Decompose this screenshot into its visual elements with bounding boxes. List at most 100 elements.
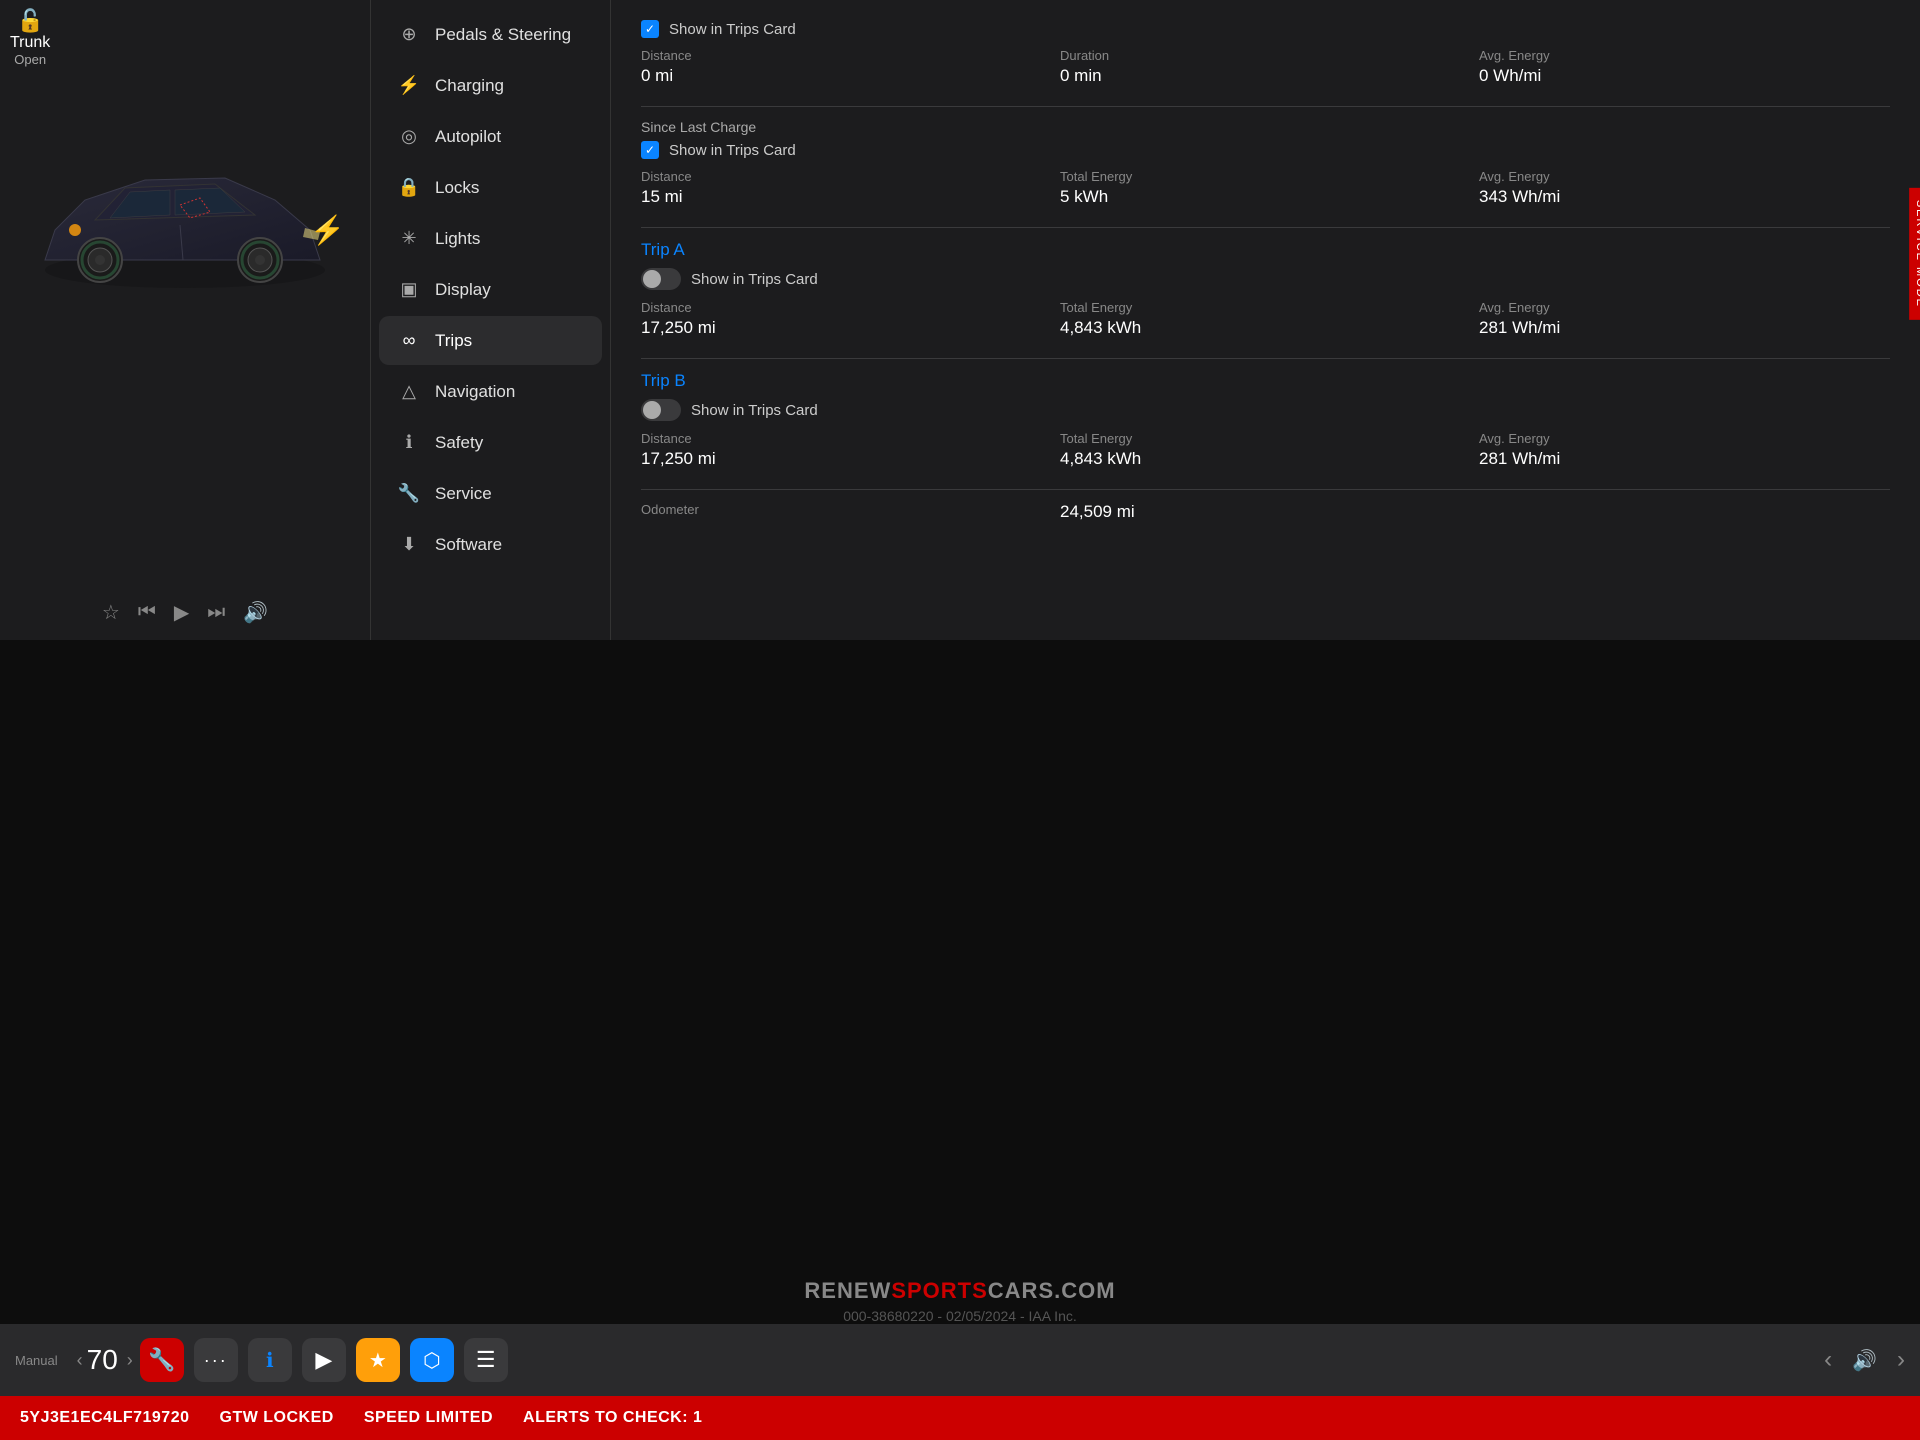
sidebar-label-trips: Trips	[435, 331, 472, 351]
odometer-row: Odometer 24,509 mi	[641, 502, 1890, 522]
status-gtw: GTW LOCKED	[220, 1409, 334, 1427]
trip-a-avg-energy: Avg. Energy 281 Wh/mi	[1479, 300, 1890, 338]
trip-b-energy-value: 4,843 kWh	[1060, 449, 1471, 469]
taskbar-volume-icon[interactable]: 🔊	[1852, 1348, 1877, 1373]
last-trip-duration: Duration 0 min	[1060, 48, 1471, 86]
trip-b-energy-label: Total Energy	[1060, 431, 1471, 446]
favorite-icon[interactable]: ☆	[102, 600, 120, 625]
last-trip-avg-value: 0 Wh/mi	[1479, 66, 1890, 86]
speaker-icon[interactable]: 🔊	[243, 600, 268, 625]
pedals-icon: ⊕	[397, 24, 421, 45]
sidebar-item-charging[interactable]: ⚡ Charging	[379, 61, 602, 110]
trip-a-total-energy: Total Energy 4,843 kWh	[1060, 300, 1471, 338]
taskbar-bluetooth-icon[interactable]: ⬡	[410, 1338, 454, 1382]
sidebar-label-safety: Safety	[435, 433, 483, 453]
sidebar-label-software: Software	[435, 535, 502, 555]
sidebar-item-navigation[interactable]: △ Navigation	[379, 367, 602, 416]
service-icon: 🔧	[397, 483, 421, 504]
since-last-charge-section: Since Last Charge ✓ Show in Trips Card D…	[641, 119, 1890, 207]
odometer-item: Odometer	[641, 502, 1052, 522]
since-charge-stats: Distance 15 mi Total Energy 5 kWh Avg. E…	[641, 169, 1890, 207]
since-charge-distance: Distance 15 mi	[641, 169, 1052, 207]
divider-2	[641, 227, 1890, 228]
taskbar-number: 70	[87, 1344, 118, 1376]
watermark-sports: SPORTS	[891, 1278, 987, 1303]
sidebar-label-charging: Charging	[435, 76, 504, 96]
trip-a-toggle[interactable]	[641, 268, 681, 290]
sidebar-item-lights[interactable]: ✳ Lights	[379, 214, 602, 263]
trip-b-distance-label: Distance	[641, 431, 1052, 446]
taskbar-info-icon[interactable]: ℹ	[248, 1338, 292, 1382]
odometer-value: 24,509 mi	[1060, 502, 1471, 522]
media-controls[interactable]: ☆ ⏮ ▶ ⏭ 🔊	[102, 600, 268, 625]
last-trip-avg-energy: Avg. Energy 0 Wh/mi	[1479, 48, 1890, 86]
trip-a-distance: Distance 17,250 mi	[641, 300, 1052, 338]
taskbar-next-arrow[interactable]: ›	[127, 1350, 133, 1371]
taskbar-film-icon[interactable]: ▶	[302, 1338, 346, 1382]
trip-b-distance: Distance 17,250 mi	[641, 431, 1052, 469]
sidebar-item-pedals[interactable]: ⊕ Pedals & Steering	[379, 10, 602, 59]
last-trip-duration-label: Duration	[1060, 48, 1471, 63]
trip-a-distance-value: 17,250 mi	[641, 318, 1052, 338]
last-trip-distance-label: Distance	[641, 48, 1052, 63]
since-charge-show-label: Show in Trips Card	[669, 142, 796, 159]
sidebar-label-display: Display	[435, 280, 491, 300]
service-mode-tab: SERVICE MODE	[1909, 188, 1920, 320]
sidebar-item-software[interactable]: ⬇ Software	[379, 520, 602, 569]
last-trip-duration-value: 0 min	[1060, 66, 1471, 86]
taskbar-star-icon[interactable]: ★	[356, 1338, 400, 1382]
car-silhouette	[25, 130, 345, 330]
screen-container: 🔓 Trunk Open	[0, 0, 1920, 1440]
taskbar-dots-icon[interactable]: ···	[194, 1338, 238, 1382]
sidebar-item-safety[interactable]: ℹ Safety	[379, 418, 602, 467]
last-trip-stats: Distance 0 mi Duration 0 min Avg. Energy…	[641, 48, 1890, 86]
since-last-charge-title: Since Last Charge	[641, 119, 1890, 135]
taskbar-nav-left[interactable]: ‹	[1824, 1346, 1832, 1374]
sidebar-label-autopilot: Autopilot	[435, 127, 501, 147]
last-trip-show-label: Show in Trips Card	[669, 21, 796, 38]
status-bar: 5YJ3E1EC4LF719720 GTW LOCKED SPEED LIMIT…	[0, 1396, 1920, 1440]
service-mode-label: SERVICE MODE	[1914, 200, 1920, 308]
sidebar-item-locks[interactable]: 🔒 Locks	[379, 163, 602, 212]
since-charge-avg-label: Avg. Energy	[1479, 169, 1890, 184]
trip-b-total-energy: Total Energy 4,843 kWh	[1060, 431, 1471, 469]
sidebar-menu: ⊕ Pedals & Steering ⚡ Charging ◎ Autopil…	[370, 0, 610, 640]
sidebar-item-trips[interactable]: ∞ Trips	[379, 316, 602, 365]
since-charge-total-energy: Total Energy 5 kWh	[1060, 169, 1471, 207]
taskbar-right: ‹ 🔊 ›	[1824, 1346, 1905, 1374]
last-trip-section: ✓ Show in Trips Card Distance 0 mi Durat…	[641, 20, 1890, 86]
trip-a-show-label: Show in Trips Card	[691, 271, 818, 288]
next-track-icon[interactable]: ⏭	[207, 601, 225, 624]
odometer-label: Odometer	[641, 502, 1052, 517]
taskbar-list-icon[interactable]: ☰	[464, 1338, 508, 1382]
sidebar-item-display[interactable]: ▣ Display	[379, 265, 602, 314]
charging-icon: ⚡	[397, 75, 421, 96]
sidebar-item-service[interactable]: 🔧 Service	[379, 469, 602, 518]
sidebar-item-autopilot[interactable]: ◎ Autopilot	[379, 112, 602, 161]
trip-a-energy-label: Total Energy	[1060, 300, 1471, 315]
navigation-icon: △	[397, 381, 421, 402]
autopilot-icon: ◎	[397, 126, 421, 147]
taskbar-nav-right[interactable]: ›	[1897, 1346, 1905, 1374]
sidebar-label-service: Service	[435, 484, 492, 504]
trip-b-toggle[interactable]	[641, 399, 681, 421]
trip-b-section: Trip B Show in Trips Card Distance 17,25…	[641, 371, 1890, 469]
prev-track-icon[interactable]: ⏮	[138, 601, 156, 624]
taskbar-prev-arrow[interactable]: ‹	[77, 1350, 83, 1371]
trip-b-stats: Distance 17,250 mi Total Energy 4,843 kW…	[641, 431, 1890, 469]
since-charge-checkbox[interactable]: ✓	[641, 141, 659, 159]
trips-icon: ∞	[397, 330, 421, 351]
since-charge-avg-energy: Avg. Energy 343 Wh/mi	[1479, 169, 1890, 207]
taskbar-wrench-icon[interactable]: 🔧	[140, 1338, 184, 1382]
locks-icon: 🔒	[397, 177, 421, 198]
play-icon[interactable]: ▶	[174, 600, 189, 625]
background-area: RENEWSPORTSCARS.COM 000-38680220 - 02/05…	[0, 640, 1920, 1440]
trip-a-stats: Distance 17,250 mi Total Energy 4,843 kW…	[641, 300, 1890, 338]
status-speed: SPEED LIMITED	[364, 1409, 493, 1427]
since-charge-distance-value: 15 mi	[641, 187, 1052, 207]
last-trip-distance-value: 0 mi	[641, 66, 1052, 86]
last-trip-checkbox[interactable]: ✓	[641, 20, 659, 38]
divider-1	[641, 106, 1890, 107]
last-trip-show-row: ✓ Show in Trips Card	[641, 20, 1890, 38]
sidebar-label-lights: Lights	[435, 229, 480, 249]
